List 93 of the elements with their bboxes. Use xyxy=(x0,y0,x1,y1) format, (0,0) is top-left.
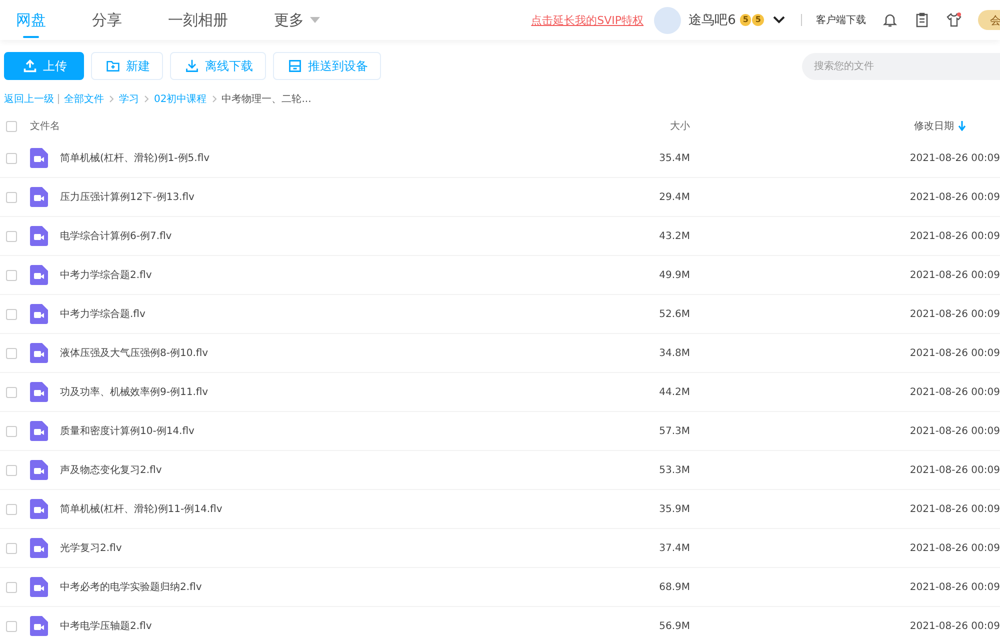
modified-date: 2021-08-26 00:09 xyxy=(908,192,1000,202)
breadcrumb-current: 中考物理一、二轮... xyxy=(222,92,312,106)
avatar[interactable] xyxy=(654,6,681,34)
shirt-icon[interactable] xyxy=(946,12,962,28)
modified-date: 2021-08-26 00:09 xyxy=(908,270,1000,280)
file-size: 35.9M xyxy=(658,504,690,514)
row-checkbox[interactable] xyxy=(6,270,17,280)
video-file-icon xyxy=(30,148,48,168)
file-name[interactable]: 光学复习2.flv xyxy=(56,541,560,555)
file-size: 37.4M xyxy=(658,542,690,554)
chevron-right-icon xyxy=(144,95,149,103)
upload-icon xyxy=(23,59,37,73)
row-checkbox[interactable] xyxy=(6,464,17,476)
nav-tab[interactable]: 一刻相册 xyxy=(168,0,228,40)
column-header[interactable]: 修改日期 xyxy=(914,119,954,133)
row-checkbox[interactable] xyxy=(6,620,17,632)
file-name[interactable]: 简单机械(杠杆、滑轮)例1-例5.flv xyxy=(56,151,560,165)
video-file-icon xyxy=(30,421,48,441)
file-name[interactable]: 功及功率、机械效率例9-例11.flv xyxy=(56,385,560,399)
video-file-icon xyxy=(30,616,48,636)
sort-down-icon[interactable] xyxy=(958,121,966,131)
search-field[interactable]: 搜索您的文件 xyxy=(802,52,1000,80)
video-file-icon xyxy=(30,577,48,597)
modified-date: 2021-08-26 00:09 xyxy=(908,426,1000,436)
file-size: 53.3M xyxy=(658,464,690,476)
file-size: 43.2M xyxy=(658,230,690,242)
caret-icon xyxy=(310,17,320,23)
row-checkbox[interactable] xyxy=(6,582,17,592)
row-checkbox[interactable] xyxy=(6,308,17,320)
file-size: 68.9M xyxy=(658,582,690,592)
chevron-down-icon[interactable] xyxy=(773,16,785,24)
video-file-icon xyxy=(30,382,48,402)
row-checkbox[interactable] xyxy=(6,192,17,202)
video-file-icon xyxy=(30,460,48,480)
modified-date: 2021-08-26 00:09 xyxy=(908,504,1000,514)
file-size: 57.3M xyxy=(658,426,690,436)
download-icon xyxy=(185,59,199,73)
nav-tab[interactable]: 分享 xyxy=(92,0,122,40)
file-size: 29.4M xyxy=(658,192,690,202)
chevron-right-icon xyxy=(109,95,114,103)
column-header[interactable]: 大小 xyxy=(670,119,690,133)
file-size: 35.4M xyxy=(658,152,690,164)
row-checkbox[interactable] xyxy=(6,542,17,554)
video-file-icon xyxy=(30,265,48,285)
column-header[interactable]: 文件名 xyxy=(30,119,60,133)
video-file-icon xyxy=(30,343,48,363)
modified-date: 2021-08-26 00:09 xyxy=(908,386,1000,398)
chevron-right-icon xyxy=(212,95,217,103)
row-checkbox[interactable] xyxy=(6,426,17,436)
device-icon xyxy=(288,59,302,73)
modified-date: 2021-08-26 00:09 xyxy=(908,582,1000,592)
file-name[interactable]: 液体压强及大气压强例8-例10.flv xyxy=(56,346,560,360)
row-checkbox[interactable] xyxy=(6,504,17,514)
video-file-icon xyxy=(30,499,48,519)
row-checkbox[interactable] xyxy=(6,348,17,358)
file-name[interactable]: 中考力学综合题2.flv xyxy=(56,268,560,282)
file-name[interactable]: 声及物态变化复习2.flv xyxy=(56,463,560,477)
modified-date: 2021-08-26 00:09 xyxy=(908,348,1000,358)
modified-date: 2021-08-26 00:09 xyxy=(908,620,1000,632)
clipboard-icon[interactable] xyxy=(914,12,930,28)
level-badge: 5 xyxy=(740,14,752,26)
modified-date: 2021-08-26 00:09 xyxy=(908,464,1000,476)
file-name[interactable]: 中考电学压轴题2.flv xyxy=(56,619,560,633)
client-download-link[interactable]: 客户端下载 xyxy=(816,13,866,27)
row-checkbox[interactable] xyxy=(6,230,17,242)
modified-date: 2021-08-26 00:09 xyxy=(908,152,1000,164)
file-size: 56.9M xyxy=(658,620,690,632)
select-all-checkbox[interactable] xyxy=(6,120,17,132)
file-name[interactable]: 电学综合计算例6-例7.flv xyxy=(56,229,560,243)
video-file-icon xyxy=(30,304,48,324)
username[interactable]: 途鸟吧6 xyxy=(688,11,736,29)
modified-date: 2021-08-26 00:09 xyxy=(908,230,1000,242)
file-name[interactable]: 中考必考的电学实验题归纳2.flv xyxy=(56,580,560,594)
file-size: 34.8M xyxy=(658,348,690,358)
video-file-icon xyxy=(30,538,48,558)
file-size: 52.6M xyxy=(658,308,690,320)
row-checkbox[interactable] xyxy=(6,152,17,164)
video-file-icon xyxy=(30,226,48,246)
file-size: 44.2M xyxy=(658,386,690,398)
file-name[interactable]: 压力压强计算例12下-例13.flv xyxy=(56,190,560,204)
file-name[interactable]: 简单机械(杠杆、滑轮)例11-例14.flv xyxy=(56,502,560,516)
bell-icon[interactable] xyxy=(882,12,898,28)
modified-date: 2021-08-26 00:09 xyxy=(908,542,1000,554)
file-size: 49.9M xyxy=(658,270,690,280)
file-name[interactable]: 质量和密度计算例10-例14.flv xyxy=(56,424,560,438)
divider-icon xyxy=(58,94,60,104)
file-name[interactable]: 中考力学综合题.flv xyxy=(56,307,560,321)
level-badge: 5 xyxy=(752,14,764,26)
row-checkbox[interactable] xyxy=(6,386,17,398)
folder-plus-icon xyxy=(106,59,120,73)
nav-tab[interactable]: 更多 xyxy=(274,0,320,40)
modified-date: 2021-08-26 00:09 xyxy=(908,308,1000,320)
video-file-icon xyxy=(30,187,48,207)
